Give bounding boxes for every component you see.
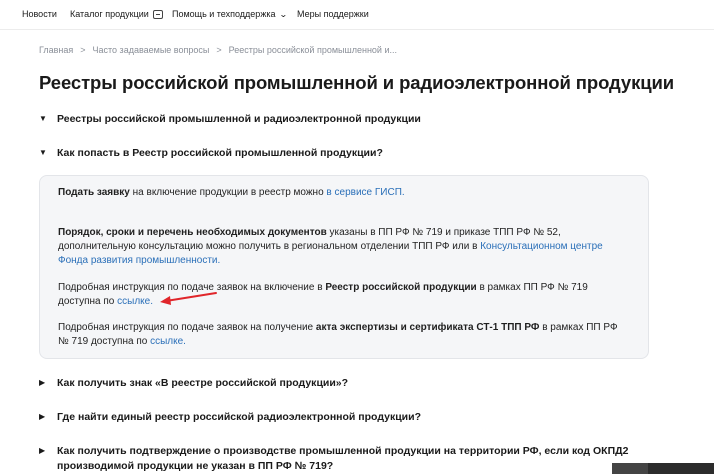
gisp-service-link[interactable]: в сервисе ГИСП. [326,187,404,198]
accordion-question: Как попасть в Реестр российской промышле… [57,147,383,159]
accordion-item-okpd2-confirmation[interactable]: ▶ Как получить подтверждение о производс… [39,444,649,474]
accordion-item-registries[interactable]: ▼ Реестры российской промышленной и ради… [39,112,421,127]
accordion-question: Как получить знак «В реестре российской … [57,377,349,389]
accordion-question: Как получить подтверждение о производств… [57,445,629,472]
accordion-item-how-to-enter[interactable]: ▼ Как попасть в Реестр российской промыш… [39,146,383,161]
registry-instruction-link[interactable]: ссылке. [117,296,153,307]
nav-support-link[interactable]: Меры поддержки [297,9,369,19]
floating-widget-part [648,463,714,474]
catalog-menu-icon [152,9,163,19]
nav-help-dropdown[interactable]: Помощь и техподдержка ⌄ [172,9,289,19]
breadcrumb: Главная > Часто задаваемые вопросы > Реестры… [39,45,397,55]
answer-paragraph-4: Подробная инструкция по подаче заявок на… [58,321,630,349]
accordion-question: Реестры российской промышленной и радиоэ… [57,113,421,125]
caret-down-icon: ▼ [39,148,47,157]
st1-instruction-link[interactable]: ссылке. [150,336,186,347]
answer-text: Подробная инструкция по подаче заявок на… [58,322,316,333]
caret-down-icon: ▼ [39,114,47,123]
breadcrumb-faq[interactable]: Часто задаваемые вопросы [93,45,210,55]
floating-widget[interactable] [612,463,714,474]
answer-bold-text: акта экспертизы и сертификата СТ-1 ТПП Р… [315,322,540,333]
page-title: Реестры российской промышленной и радиоэ… [39,72,675,93]
nav-support-label: Меры поддержки [297,9,369,19]
breadcrumb-home[interactable]: Главная [39,45,73,55]
answer-bold-text: Порядок, сроки и перечень необходимых до… [58,227,327,238]
answer-paragraph-1: Подать заявку на включение продукции в р… [58,186,630,200]
nav-news-link[interactable]: Новости [22,9,57,19]
breadcrumb-separator: > [80,45,86,55]
answer-bold-text: Реестр российской продукции [325,282,477,293]
caret-right-icon: ▶ [39,446,46,455]
breadcrumb-separator: > [216,45,222,55]
nav-help-label: Помощь и техподдержка [172,9,276,19]
accordion-item-electronics-registry[interactable]: ▶ Где найти единый реестр российской рад… [39,410,421,425]
answer-bold-text: Подать заявку [58,187,130,198]
caret-right-icon: ▶ [39,412,46,421]
breadcrumb-current: Реестры российской промышленной и... [228,45,397,55]
answer-text: на включение продукции в реестр можно [129,187,327,198]
accordion-item-registry-mark[interactable]: ▶ Как получить знак «В реестре российско… [39,376,348,391]
caret-right-icon: ▶ [39,378,46,387]
answer-paragraph-2: Порядок, сроки и перечень необходимых до… [58,226,630,268]
accordion-question: Где найти единый реестр российской радио… [57,411,422,423]
chevron-down-icon: ⌄ [279,9,289,19]
nav-news-label: Новости [22,9,57,19]
top-navigation: Новости Каталог продукции Помощь и техпо… [0,0,714,30]
annotation-arrow-icon [160,292,217,305]
answer-paragraph-3: Подробная инструкция по подаче заявок на… [58,281,630,309]
nav-catalog-link[interactable]: Каталог продукции [70,9,163,19]
nav-catalog-label: Каталог продукции [70,9,149,19]
